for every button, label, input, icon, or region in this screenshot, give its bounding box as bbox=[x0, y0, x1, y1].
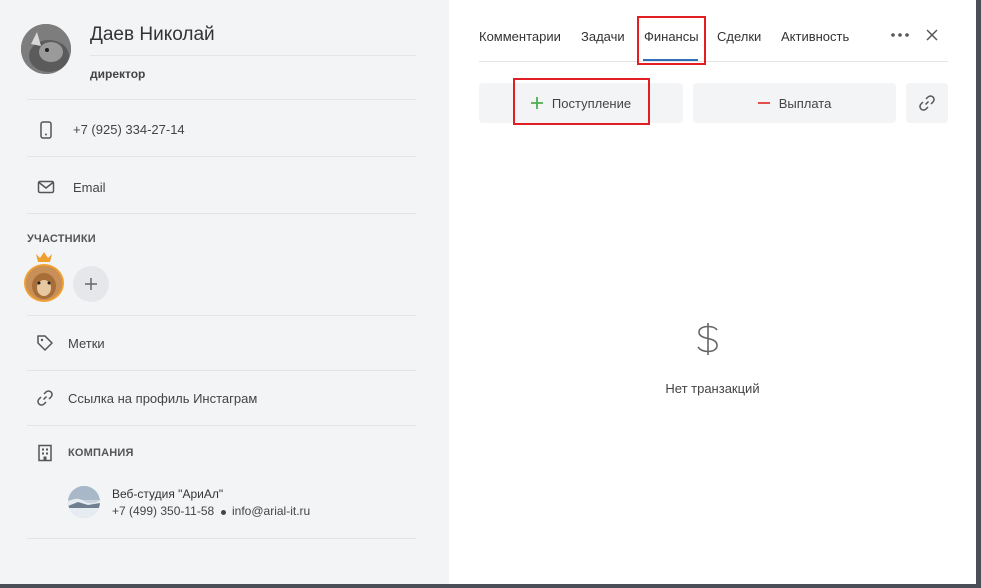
tab-deals[interactable]: Сделки bbox=[717, 29, 761, 44]
divider bbox=[27, 156, 416, 157]
empty-state-text: Нет транзакций bbox=[665, 381, 760, 396]
tab-tasks[interactable]: Задачи bbox=[581, 29, 625, 44]
company-name[interactable]: Веб-студия "АриАл" bbox=[112, 487, 223, 501]
contact-details-panel: Даев Николай директор +7 (925) 334-27-14… bbox=[0, 0, 449, 584]
highlight-frame bbox=[513, 78, 650, 125]
tabs-divider bbox=[479, 61, 948, 62]
separator-dot bbox=[221, 510, 226, 515]
tags-field[interactable]: Метки bbox=[68, 336, 105, 351]
add-payout-label: Выплата bbox=[778, 95, 832, 111]
divider bbox=[27, 425, 416, 426]
envelope-icon bbox=[37, 180, 55, 194]
close-icon[interactable] bbox=[926, 29, 938, 41]
link-icon bbox=[37, 390, 53, 406]
company-email[interactable]: info@arial-it.ru bbox=[232, 504, 310, 518]
contact-role[interactable]: директор bbox=[90, 67, 145, 81]
divider bbox=[27, 315, 416, 316]
contact-name[interactable]: Даев Николай bbox=[90, 24, 215, 46]
divider bbox=[27, 538, 416, 539]
copy-link-button[interactable] bbox=[906, 83, 948, 123]
contact-phone[interactable]: +7 (925) 334-27-14 bbox=[73, 122, 185, 137]
building-icon bbox=[38, 444, 52, 462]
crown-icon bbox=[36, 252, 52, 262]
mobile-phone-icon bbox=[40, 121, 52, 139]
minus-icon bbox=[757, 102, 770, 104]
contact-avatar[interactable] bbox=[21, 24, 71, 74]
divider bbox=[27, 99, 416, 100]
add-payout-button[interactable]: Выплата bbox=[693, 83, 896, 123]
company-phone[interactable]: +7 (499) 350-11-58 bbox=[112, 504, 214, 518]
link-icon bbox=[919, 95, 935, 111]
company-label: КОМПАНИЯ bbox=[68, 447, 134, 459]
dollar-icon bbox=[697, 323, 718, 355]
company-avatar[interactable] bbox=[68, 486, 100, 518]
tag-icon bbox=[37, 335, 53, 351]
participant-avatar[interactable] bbox=[24, 264, 64, 302]
tab-activity[interactable]: Активность bbox=[781, 29, 849, 44]
plus-icon bbox=[85, 278, 97, 290]
tab-comments[interactable]: Комментарии bbox=[479, 29, 561, 44]
divider bbox=[27, 213, 416, 214]
contact-card: Даев Николай директор +7 (925) 334-27-14… bbox=[0, 0, 976, 584]
highlight-frame bbox=[637, 16, 706, 65]
email-field[interactable]: Email bbox=[73, 180, 106, 195]
participants-label: УЧАСТНИКИ bbox=[27, 233, 96, 245]
more-icon[interactable] bbox=[891, 33, 909, 37]
divider bbox=[27, 370, 416, 371]
instagram-link-field[interactable]: Ссылка на профиль Инстаграм bbox=[68, 391, 257, 406]
divider bbox=[90, 55, 416, 56]
add-participant-button[interactable] bbox=[73, 266, 109, 302]
